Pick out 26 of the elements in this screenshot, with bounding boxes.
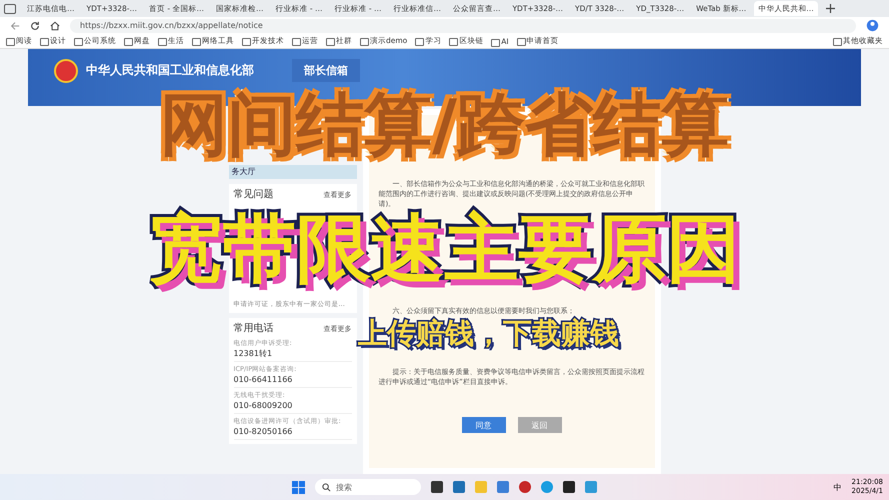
reload-icon[interactable] xyxy=(30,20,40,30)
service-hall-banner[interactable]: 务大厅 xyxy=(228,165,356,179)
home-icon[interactable] xyxy=(50,20,60,30)
address-field[interactable]: https://bzxx.miit.gov.cn/bzxx/appellate/notice xyxy=(70,18,856,32)
card-title: 常见问题 xyxy=(234,188,274,202)
mailbox-tab[interactable]: 部长信箱 xyxy=(292,59,360,82)
browser-icon[interactable] xyxy=(541,481,553,493)
back-icon[interactable] xyxy=(10,20,20,30)
site-title: 中华人民共和国工业和信息化部 xyxy=(86,62,254,79)
new-tab-icon[interactable] xyxy=(826,4,835,13)
video-caption: 上传赔钱，下载赚钱 xyxy=(358,319,619,348)
emblem-icon xyxy=(54,59,78,83)
windows-logo-icon[interactable] xyxy=(292,480,305,494)
video-caption: 宽带限速主要原因 xyxy=(148,212,740,286)
window-menu-icon[interactable] xyxy=(4,4,16,14)
phone-number: 010-66411166 xyxy=(234,374,294,385)
phone-number: 010-82050166 xyxy=(234,426,294,437)
video-caption: 网间结算/跨省结算 xyxy=(160,92,729,160)
search-icon xyxy=(322,482,331,492)
taskbar-search-field[interactable]: 搜索 xyxy=(315,479,421,495)
phone-number: 010-68009200 xyxy=(234,400,294,411)
phone-number: 12381转1 xyxy=(234,348,274,359)
notice-button[interactable]: 同意 xyxy=(462,417,506,433)
card-title: 常用电话 xyxy=(234,322,274,336)
input-language[interactable]: 中 xyxy=(834,482,842,492)
profile-icon[interactable] xyxy=(866,19,879,32)
